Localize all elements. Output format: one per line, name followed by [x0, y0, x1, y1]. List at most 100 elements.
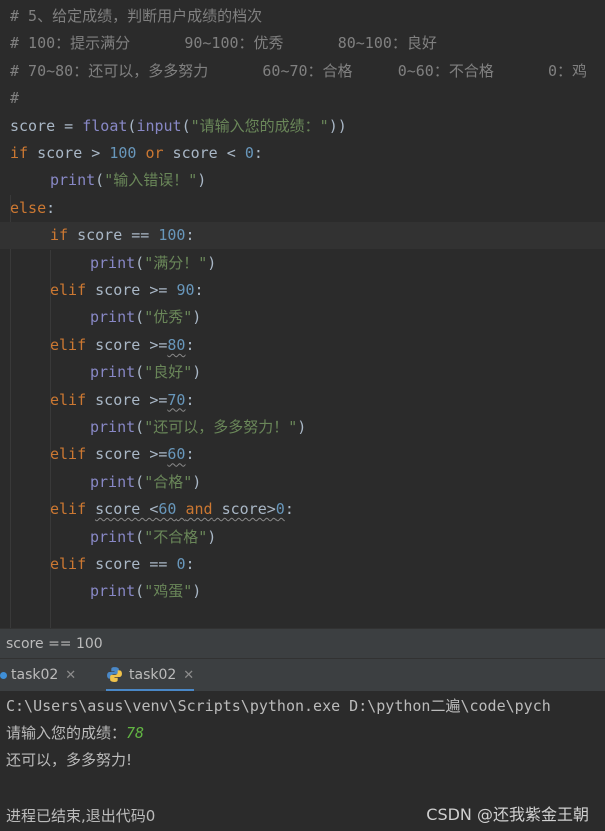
code-token: ( [135, 253, 145, 272]
code-text: print("输入错误！") [50, 167, 206, 194]
code-token: )) [328, 116, 347, 135]
code-token: score < [163, 144, 245, 162]
code-text: elif score >=80: [50, 332, 195, 359]
code-token: ( [135, 527, 145, 546]
code-token: : [185, 390, 195, 409]
code-line[interactable]: print("输入错误！") [0, 167, 605, 194]
code-text: print("优秀") [90, 304, 201, 331]
code-token: if [10, 144, 29, 162]
code-line[interactable]: elif score >=80: [0, 332, 605, 359]
code-token: : [253, 144, 263, 162]
code-text: elif score >=60: [50, 441, 195, 468]
code-token: 70 [167, 390, 186, 409]
tab-run-task02-active[interactable]: task02 ✕ [106, 659, 195, 692]
code-token: input [136, 116, 182, 135]
code-line[interactable]: if score > 100 or score < 0: [0, 140, 605, 167]
code-text: print("满分！") [90, 250, 216, 277]
code-text: # [10, 85, 19, 112]
code-token: 100 [109, 144, 137, 162]
code-token: # 70~80：还可以，多多努力 60~70：合格 0~60：不合格 0：鸡 [10, 61, 588, 80]
code-line[interactable]: elif score >= 90: [0, 277, 605, 304]
code-token: : [185, 555, 195, 573]
code-line[interactable]: print("不合格") [0, 524, 605, 551]
code-line[interactable]: print("优秀") [0, 304, 605, 331]
code-line[interactable]: # [0, 85, 605, 112]
code-token: print [50, 171, 96, 190]
code-token: ( [135, 472, 145, 491]
run-console[interactable]: C:\Users\asus\venv\Scripts\python.exe D:… [0, 691, 605, 831]
code-token: ) [207, 527, 217, 546]
code-editor[interactable]: # 5、给定成绩，判断用户成绩的档次 # 100：提示满分 90~100：优秀 8… [0, 0, 605, 628]
close-icon[interactable]: ✕ [183, 668, 194, 683]
code-token: "还可以，多多努力！" [144, 418, 298, 436]
code-token: # [10, 89, 20, 108]
code-token: ( [135, 582, 145, 601]
watermark: CSDN @还我紫金王朝 [426, 805, 589, 824]
code-token: ) [192, 363, 202, 382]
code-token: score >= [86, 335, 168, 354]
code-token: 90 [176, 281, 195, 299]
code-line[interactable]: if score == 100: [0, 222, 605, 250]
code-token: = [55, 116, 83, 135]
code-token: ) [297, 418, 307, 436]
console-output: 还可以，多多努力! [6, 751, 133, 769]
code-token: "满分！" [144, 253, 208, 272]
code-line[interactable]: # 100：提示满分 90~100：优秀 80~100：良好 [0, 30, 605, 57]
code-token: ( [135, 308, 145, 327]
code-token: print [90, 418, 136, 436]
code-token: "不合格" [144, 527, 208, 546]
code-line[interactable]: print("鸡蛋") [0, 578, 605, 605]
console-exit-message: 进程已结束,退出代码0 [6, 807, 156, 825]
code-token: float [82, 116, 128, 135]
tab-run-task02-first[interactable]: task02 ✕ [0, 659, 76, 692]
code-line[interactable]: elif score >=70: [0, 387, 605, 414]
code-token: 100 [158, 226, 186, 245]
code-line[interactable]: score = float(input("请输入您的成绩：")) [0, 113, 605, 140]
code-token: 0 [275, 500, 285, 519]
code-text: # 70~80：还可以，多多努力 60~70：合格 0~60：不合格 0：鸡 [10, 58, 587, 85]
code-token: : [46, 198, 56, 217]
code-token: : [185, 335, 195, 354]
code-line[interactable]: elif score >=60: [0, 441, 605, 468]
code-line[interactable]: print("满分！") [0, 250, 605, 277]
code-token: score >= [86, 445, 168, 464]
code-line[interactable]: print("还可以，多多努力！") [0, 414, 605, 441]
code-line[interactable]: else: [0, 195, 605, 222]
code-token: "鸡蛋" [144, 582, 193, 601]
code-text: print("良好") [90, 359, 201, 386]
code-token: score >= [86, 390, 168, 409]
code-token: if [50, 226, 69, 245]
code-token: print [90, 308, 136, 327]
code-token: # 5、给定成绩，判断用户成绩的档次 [10, 7, 263, 25]
code-token: ) [207, 253, 217, 272]
code-line[interactable]: print("合格") [0, 469, 605, 496]
code-token: "良好" [144, 363, 193, 382]
breadcrumb[interactable]: score == 100 [0, 628, 605, 659]
code-token: score >= [86, 281, 177, 299]
code-token: "优秀" [144, 308, 193, 327]
code-line[interactable]: elif score <60 and score>0: [0, 496, 605, 523]
code-token: print [90, 582, 136, 601]
code-text: print("不合格") [90, 524, 216, 551]
code-line[interactable]: elif score == 0: [0, 551, 605, 578]
code-token: "请输入您的成绩：" [190, 116, 329, 135]
code-token: else [10, 198, 47, 217]
code-token: 80 [167, 335, 186, 354]
code-line[interactable]: # 5、给定成绩，判断用户成绩的档次 [0, 3, 605, 30]
close-icon[interactable]: ✕ [65, 668, 76, 683]
code-token: score < [95, 500, 159, 519]
code-text: print("合格") [90, 469, 201, 496]
code-token: ( [181, 116, 191, 135]
code-line[interactable] [0, 606, 605, 628]
code-token: print [90, 527, 136, 546]
code-line[interactable]: print("良好") [0, 359, 605, 386]
console-prompt: 请输入您的成绩： [6, 724, 127, 742]
code-token: : [284, 500, 294, 519]
code-line[interactable]: # 70~80：还可以，多多努力 60~70：合格 0~60：不合格 0：鸡 [0, 58, 605, 85]
code-token: print [90, 472, 136, 491]
code-token: score > [28, 144, 110, 162]
code-text: # 100：提示满分 90~100：优秀 80~100：良好 [10, 30, 437, 57]
code-text: print("鸡蛋") [90, 578, 201, 605]
code-text: score = float(input("请输入您的成绩：")) [10, 113, 347, 140]
code-text: print("还可以，多多努力！") [90, 414, 306, 441]
